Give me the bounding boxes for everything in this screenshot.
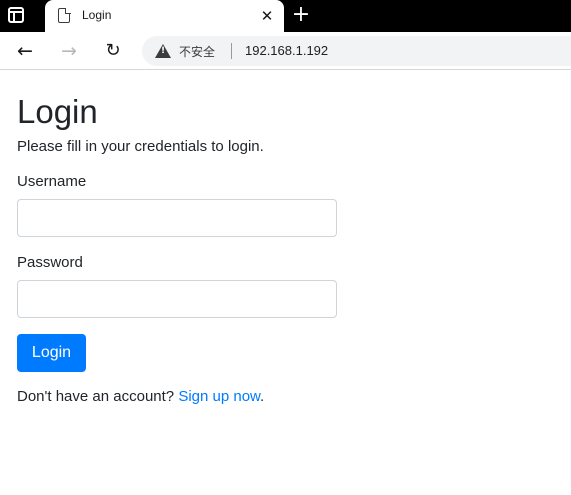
signup-link[interactable]: Sign up now: [178, 388, 260, 405]
security-status-label[interactable]: 不安全: [179, 43, 215, 60]
browser-toolbar: ← → ↻ 不安全 192.168.1.192: [0, 32, 571, 70]
forward-arrow-icon[interactable]: →: [57, 39, 81, 63]
login-button[interactable]: Login: [17, 334, 86, 372]
browser-tab[interactable]: Login ✕: [45, 0, 284, 32]
reload-icon[interactable]: ↻: [101, 39, 125, 63]
tab-title: Login: [82, 8, 112, 22]
signup-prefix-text: Don't have an account?: [17, 388, 179, 405]
url-text[interactable]: 192.168.1.192: [245, 43, 328, 58]
signup-prompt: Don't have an account? Sign up now.: [17, 388, 264, 405]
password-input[interactable]: [17, 280, 337, 318]
signup-suffix-text: .: [260, 388, 265, 405]
browser-tab-strip: Login ✕ +: [0, 0, 571, 32]
new-tab-icon[interactable]: +: [291, 4, 311, 26]
username-input[interactable]: [17, 199, 337, 237]
close-icon[interactable]: ✕: [259, 8, 275, 24]
password-label: Password: [17, 254, 83, 271]
page-icon: [58, 7, 71, 23]
omnibox-divider: [231, 43, 232, 59]
tab-actions-icon[interactable]: [8, 7, 24, 23]
username-label: Username: [17, 173, 87, 190]
back-arrow-icon[interactable]: ←: [13, 39, 37, 63]
page-title: Login: [17, 93, 98, 130]
page-subtitle: Please fill in your credentials to login…: [17, 138, 264, 155]
address-bar[interactable]: 不安全 192.168.1.192: [142, 36, 571, 66]
warning-icon[interactable]: [155, 44, 171, 58]
